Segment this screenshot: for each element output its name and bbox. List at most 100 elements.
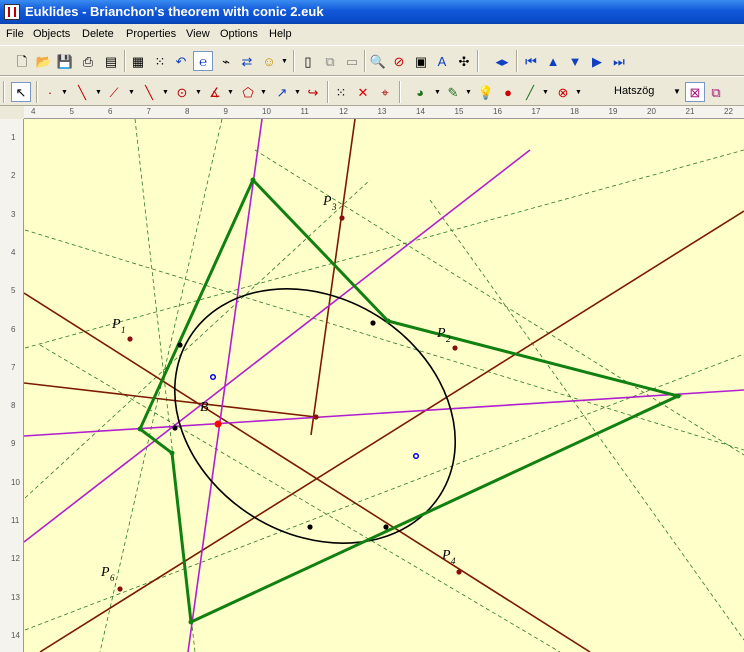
- next-step-icon[interactable]: ▼: [565, 51, 585, 71]
- circle-icon[interactable]: ⊙: [172, 82, 192, 102]
- menu-help[interactable]: Help: [269, 28, 292, 40]
- show-bulb-icon[interactable]: 💡: [476, 82, 496, 102]
- save-icon[interactable]: 💾: [55, 51, 75, 71]
- new-file-icon[interactable]: 🗋: [12, 51, 32, 71]
- ruler-left-tick: 8: [11, 401, 16, 411]
- pointer-icon[interactable]: ↖: [11, 82, 31, 102]
- style-dropdown[interactable]: Hatszög ▼: [586, 83, 684, 101]
- main-toolbar: 🗋 📂 💾 ⎙ ▤ ▦ ⁙ ↶ ℮ ⌁ ⇄ ☺ ▼ ▯ ⧉ ▭ 🔍 ⊘ ▣ A …: [0, 45, 744, 76]
- menu-options[interactable]: Options: [220, 28, 258, 40]
- copy-window-icon[interactable]: ⧉: [706, 82, 726, 102]
- window-title: Euklides - Brianchon's theorem with coni…: [25, 4, 324, 19]
- geometry-figure: P 1 P 2 P 3 P 4 P 6 B: [24, 119, 744, 652]
- label-p3-letter: P: [322, 194, 332, 209]
- zoom-icon[interactable]: 🔍: [368, 51, 388, 71]
- measure-dropdown-icon[interactable]: ▼: [542, 89, 549, 96]
- ray-dropdown-icon[interactable]: ▼: [128, 89, 135, 96]
- macro-icon[interactable]: ⊠: [685, 82, 705, 102]
- menu-delete[interactable]: Delete: [82, 28, 114, 40]
- title-bar[interactable]: Euklides - Brianchon's theorem with coni…: [0, 0, 744, 24]
- point-p1: [127, 336, 133, 342]
- animate-icon[interactable]: ⌁: [216, 51, 236, 71]
- select-rect-icon[interactable]: ▯: [298, 51, 318, 71]
- ruler-top-tick: 13: [377, 107, 387, 116]
- dashed-line: [429, 199, 744, 641]
- vertex: [250, 177, 256, 183]
- vector-icon[interactable]: ↗: [272, 82, 292, 102]
- smiley-dropdown-icon[interactable]: ▼: [281, 58, 288, 65]
- focus: [209, 373, 217, 381]
- label-p1-sub: 1: [121, 325, 126, 335]
- text-style-icon[interactable]: A: [432, 51, 452, 71]
- toolbar-separator: [124, 50, 126, 72]
- polygon-dropdown-icon[interactable]: ▼: [260, 89, 267, 96]
- chevron-down-icon: ▼: [673, 87, 681, 96]
- intersect-dropdown-icon[interactable]: ▼: [575, 89, 582, 96]
- ruler-top-tick: 14: [416, 107, 425, 116]
- menu-properties[interactable]: Properties: [126, 28, 176, 40]
- p-points: [117, 215, 462, 592]
- ruler-left-tick: 4: [11, 247, 16, 257]
- print-icon[interactable]: ⎙: [78, 51, 98, 71]
- no-zoom-icon[interactable]: ⊘: [389, 51, 409, 71]
- last-step-icon[interactable]: ⏭: [609, 51, 629, 71]
- step-horizontal-icon[interactable]: ◂▸: [492, 51, 512, 71]
- hide-bulb-icon[interactable]: ●: [498, 82, 518, 102]
- tangent-point: [370, 320, 376, 326]
- pen-dropdown-icon[interactable]: ▼: [465, 89, 472, 96]
- ruler-corner: [0, 106, 24, 119]
- delete-icon[interactable]: ✕: [353, 82, 373, 102]
- grid-icon[interactable]: ⁙: [150, 51, 170, 71]
- ruler-left-tick: 14: [11, 630, 20, 640]
- intersect-icon[interactable]: ⊗: [553, 82, 573, 102]
- toolbar-separator: [399, 81, 401, 103]
- vector-dropdown-icon[interactable]: ▼: [294, 89, 301, 96]
- point-icon[interactable]: ·: [40, 82, 60, 102]
- color-dropdown-icon[interactable]: ▼: [434, 89, 441, 96]
- menu-file[interactable]: File: [6, 28, 24, 40]
- line-icon[interactable]: ╲: [72, 82, 92, 102]
- zoom-window-icon[interactable]: ⧉: [320, 51, 340, 71]
- ray-icon[interactable]: ⟋: [104, 82, 124, 102]
- angle-dropdown-icon[interactable]: ▼: [227, 89, 234, 96]
- ruler-top-tick: 7: [146, 107, 151, 116]
- polygon-icon[interactable]: ⬠: [238, 82, 258, 102]
- play-step-icon[interactable]: ▶: [587, 51, 607, 71]
- pen-icon[interactable]: ✎: [443, 82, 463, 102]
- ruler-top-tick: 22: [724, 107, 733, 116]
- drawing-canvas[interactable]: P 1 P 2 P 3 P 4 P 6 B: [24, 119, 744, 652]
- smiley-icon[interactable]: ☺: [259, 51, 279, 71]
- print-preview-icon[interactable]: ▤: [101, 51, 121, 71]
- delete-point-icon[interactable]: ⌖: [375, 82, 395, 102]
- fit-all-icon[interactable]: ✣: [454, 51, 474, 71]
- angle-icon[interactable]: ∡: [205, 82, 225, 102]
- color-palette-icon[interactable]: ◕: [410, 82, 430, 102]
- calculator-icon[interactable]: ▦: [128, 51, 148, 71]
- open-folder-icon[interactable]: 📂: [34, 51, 54, 71]
- toolbar-separator: [364, 50, 366, 72]
- undo-icon[interactable]: ↶: [171, 51, 191, 71]
- prev-step-icon[interactable]: ▲: [543, 51, 563, 71]
- swap-icon[interactable]: ⇄: [237, 51, 257, 71]
- segment-icon[interactable]: ╲: [139, 82, 159, 102]
- zoom-fit-icon[interactable]: ▭: [342, 51, 362, 71]
- vertex: [169, 450, 175, 456]
- magenta-line: [187, 119, 263, 652]
- frame-icon[interactable]: ▣: [411, 51, 431, 71]
- menu-objects[interactable]: Objects: [33, 28, 70, 40]
- point-dropdown-icon[interactable]: ▼: [61, 89, 68, 96]
- label-mode-icon[interactable]: ℮: [193, 51, 213, 71]
- vertex: [188, 619, 194, 625]
- measure-icon[interactable]: ╱: [520, 82, 540, 102]
- magenta-line: [24, 389, 744, 437]
- label-p3-sub: 3: [331, 202, 337, 212]
- hexagon: [138, 177, 683, 625]
- locus-icon[interactable]: ↪: [303, 82, 323, 102]
- label-p1-letter: P: [111, 317, 121, 332]
- dotgrid-icon[interactable]: ⁙: [331, 82, 351, 102]
- menu-view[interactable]: View: [186, 28, 210, 40]
- segment-dropdown-icon[interactable]: ▼: [162, 89, 169, 96]
- circle-dropdown-icon[interactable]: ▼: [195, 89, 202, 96]
- line-dropdown-icon[interactable]: ▼: [95, 89, 102, 96]
- first-step-icon[interactable]: ⏮: [521, 51, 541, 71]
